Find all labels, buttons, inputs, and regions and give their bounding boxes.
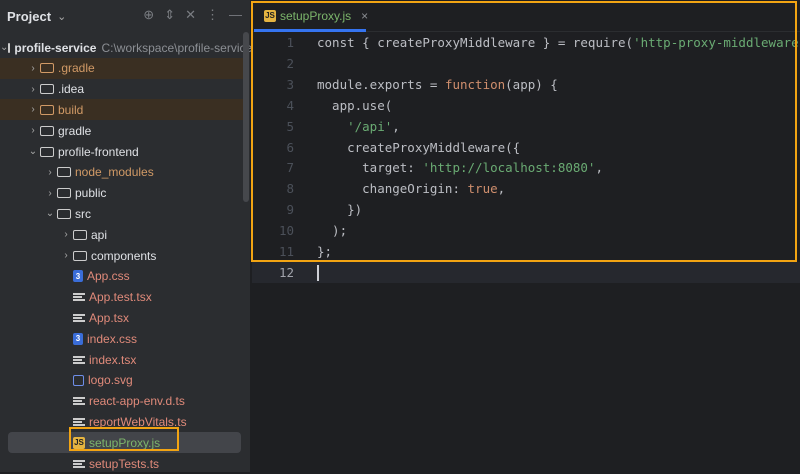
code-line[interactable]: 12 (252, 261, 800, 283)
tree-item[interactable]: › gradle (0, 120, 243, 141)
folder-icon (73, 250, 87, 261)
line-number: 12 (278, 264, 294, 280)
module-icon (8, 42, 11, 53)
folder-icon (57, 167, 71, 178)
tree-item-label: index.tsx (89, 352, 137, 367)
css-file-icon: 3 (73, 270, 83, 283)
css-file-icon: 3 (73, 332, 83, 345)
target-icon[interactable]: ⊕ (143, 7, 154, 23)
minimize-icon[interactable]: — (229, 7, 242, 23)
folder-icon (57, 208, 71, 219)
tree-item-label: setupTests.ts (89, 456, 160, 471)
chevron-down-icon: ⌄ (57, 10, 67, 23)
tree-item[interactable]: logo.svg (0, 370, 243, 391)
tree-item-label: gradle (58, 123, 92, 138)
tree-item[interactable]: setupTests.ts (0, 453, 243, 474)
chevron-right-icon[interactable]: › (26, 84, 40, 95)
text-file-icon (73, 355, 85, 364)
chevron-right-icon[interactable]: › (43, 188, 57, 199)
chevron-right-icon[interactable]: › (26, 125, 40, 136)
chevron-down-icon[interactable]: ⌄ (0, 42, 8, 53)
chevron-right-icon[interactable]: › (26, 104, 40, 115)
expand-icon[interactable]: ⇕ (164, 7, 175, 23)
tree-item[interactable]: ⌄ profile-frontend (0, 141, 243, 162)
tree-item-label: profile-service (14, 40, 97, 55)
tree-item-label: App.css (87, 269, 130, 284)
tree-item-label: react-app-env.d.ts (89, 394, 185, 409)
chevron-right-icon[interactable]: › (43, 167, 57, 178)
module-path: C:\workspace\profile-service (101, 40, 253, 55)
text-file-icon (73, 417, 85, 426)
tree-item[interactable]: › .gradle (0, 57, 243, 79)
tree-item[interactable]: › components (0, 245, 243, 266)
tree-item[interactable]: › build (0, 99, 243, 121)
panel-title: Project (7, 8, 52, 24)
tree-item[interactable]: 3 App.css (0, 266, 243, 287)
chevron-down-icon[interactable]: ⌄ (26, 146, 40, 157)
tree-item[interactable]: App.tsx (0, 307, 243, 328)
tree-item-label: src (75, 206, 91, 221)
tree-item-label: public (75, 186, 107, 201)
tree-item[interactable]: 3 index.css (0, 328, 243, 349)
tree-item[interactable]: › api (0, 224, 243, 245)
tree-item-label: App.test.tsx (89, 290, 152, 305)
tree-item[interactable]: ⌄ src (0, 203, 243, 224)
folder-icon (40, 146, 54, 157)
tree-item[interactable]: › public (0, 183, 243, 204)
text-file-icon (73, 397, 85, 406)
text-caret (317, 264, 319, 281)
folder-icon (40, 125, 54, 136)
highlight-box (69, 427, 179, 451)
tree-item[interactable]: App.test.tsx (0, 287, 243, 308)
chevron-right-icon[interactable]: › (59, 229, 73, 240)
tree-item[interactable]: react-app-env.d.ts (0, 391, 243, 412)
tree-item-label: profile-frontend (58, 144, 139, 159)
text-file-icon (73, 459, 85, 468)
tree-item-label: api (91, 227, 108, 242)
tree-item-label: .idea (58, 82, 85, 97)
chevron-down-icon[interactable]: ⌄ (43, 208, 57, 219)
folder-icon (57, 188, 71, 199)
more-icon[interactable]: ⋮ (206, 7, 219, 23)
scrollbar[interactable] (243, 32, 249, 202)
chevron-right-icon[interactable]: › (59, 250, 73, 261)
folder-icon (40, 104, 54, 115)
tree-item-label: App.tsx (89, 310, 130, 325)
project-panel: Project ⌄ ⊕ ⇕ ✕ ⋮ — ⌄ profile-service C:\wo… (0, 0, 252, 474)
tree-item[interactable]: ⌄ profile-service C:\workspace\profile-ser… (0, 37, 252, 58)
chevron-right-icon[interactable]: › (26, 63, 40, 74)
tree-item-label: .gradle (58, 61, 95, 76)
highlight-box (251, 1, 797, 262)
tree-item-label: build (58, 102, 84, 117)
tree-item-label: node_modules (75, 165, 154, 180)
tree-item[interactable]: › node_modules (0, 162, 243, 183)
tree-item[interactable]: index.tsx (0, 349, 243, 370)
folder-icon (40, 63, 54, 74)
text-file-icon (73, 293, 85, 302)
tree-item-label: components (91, 248, 157, 263)
collapse-icon[interactable]: ✕ (185, 7, 196, 23)
folder-icon (40, 84, 54, 95)
tree-item-label: logo.svg (88, 373, 133, 388)
text-file-icon (73, 313, 85, 322)
tree-item-label: index.css (87, 331, 138, 346)
folder-icon (73, 229, 87, 240)
tree-item[interactable]: › .idea (0, 79, 243, 100)
image-file-icon (73, 374, 84, 386)
